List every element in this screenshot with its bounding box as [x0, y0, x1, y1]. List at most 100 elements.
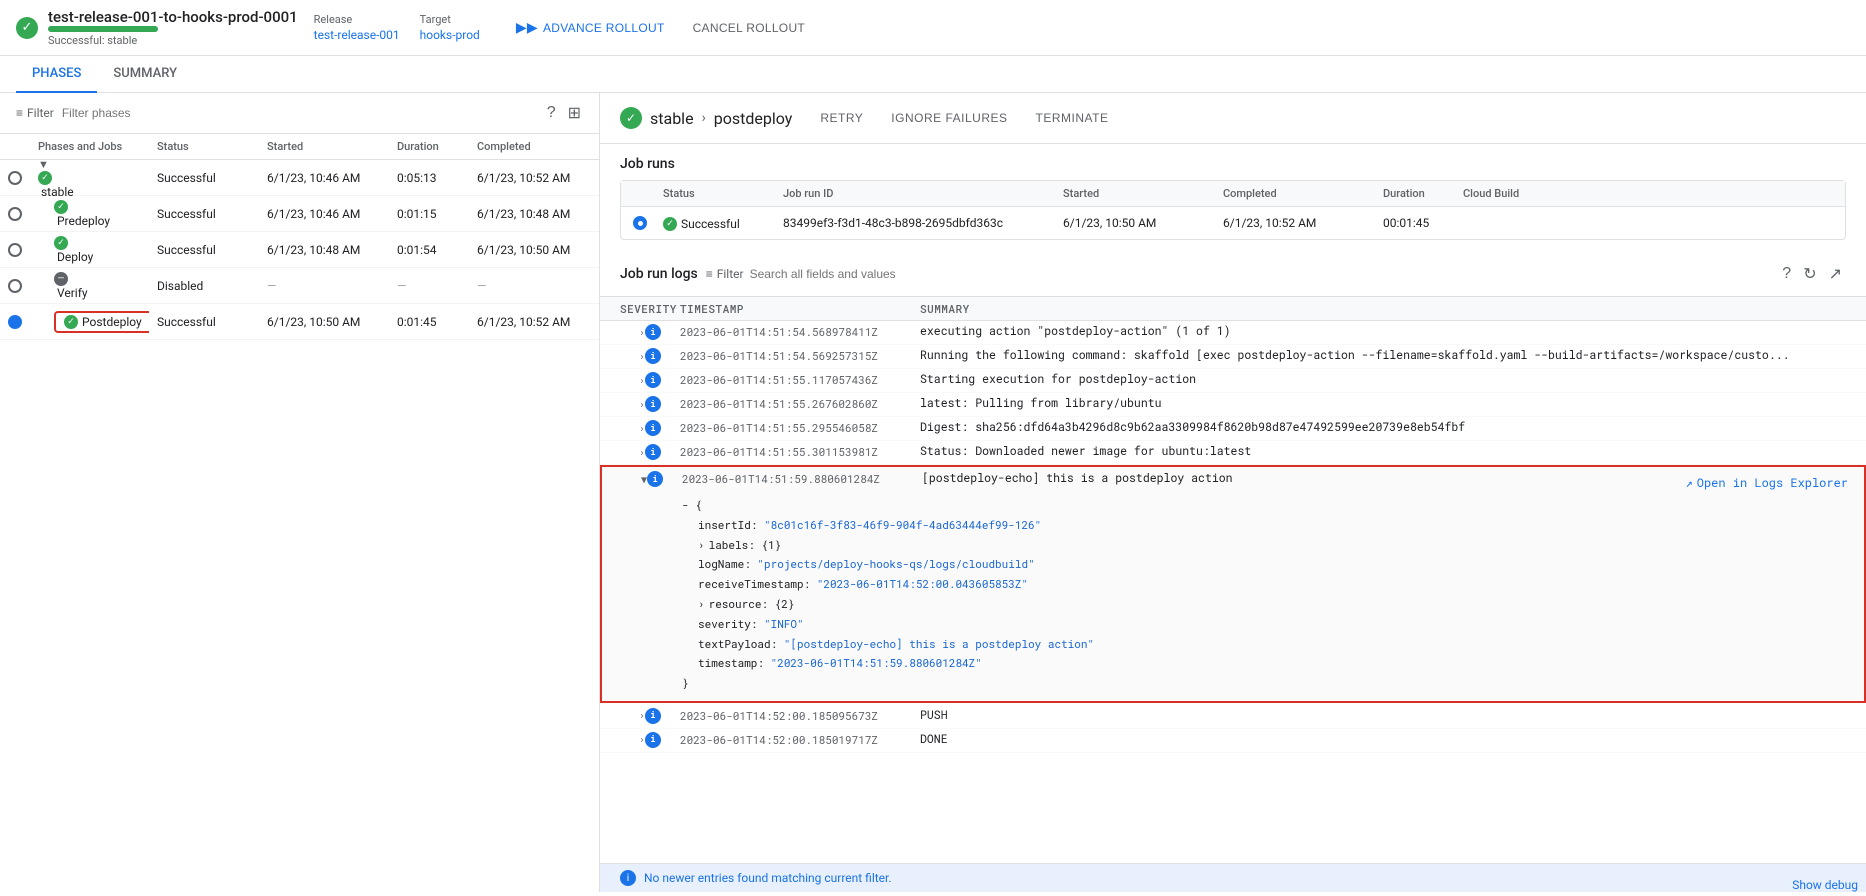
json-resource-expand[interactable]: ›	[698, 594, 705, 614]
log-col-timestamp: TIMESTAMP	[680, 301, 920, 316]
phase-header: ✓ stable › postdeploy RETRY IGNORE FAILU…	[600, 93, 1866, 144]
row-started-verify: —	[259, 279, 389, 293]
log-row: › i 2023-06-01T14:51:54.569257315Z Runni…	[600, 345, 1866, 369]
log-action-buttons: ? ↻ ↗	[1778, 260, 1846, 288]
status-dot-verify: —	[54, 272, 68, 286]
header-actions: ▶▶ ADVANCE ROLLOUT CANCEL ROLLOUT	[508, 15, 813, 40]
external-link-icon: ↗	[1686, 475, 1693, 491]
open-logs-explorer-button[interactable]: ↗ Open in Logs Explorer	[1686, 475, 1848, 491]
filter-lines-icon: ≡	[16, 106, 23, 120]
phases-table: Phases and Jobs Status Started Duration …	[0, 134, 599, 892]
tab-summary[interactable]: SUMMARY	[97, 56, 193, 93]
log-row: › i 2023-06-01T14:51:55.295546058Z Diges…	[600, 417, 1866, 441]
row-name-stable: ▼ ✓ stable	[30, 157, 149, 199]
row-started-deploy: 6/1/23, 10:48 AM	[259, 243, 389, 257]
row-status-verify: Disabled	[149, 279, 259, 293]
row-selector-verify[interactable]	[0, 279, 30, 293]
job-col-id: Job run ID	[779, 187, 1059, 200]
log-header: Job run logs ≡ Filter ? ↻ ↗	[600, 252, 1866, 297]
log-row-timestamp-4: 2023-06-01T14:51:55.267602860Z	[680, 396, 920, 411]
main-content: ≡ Filter ? ⊞ Phases and Jobs Status Star…	[0, 93, 1866, 892]
help-icon-log-button[interactable]: ?	[1778, 260, 1795, 288]
row-completed-predeploy: 6/1/23, 10:48 AM	[469, 207, 599, 221]
col-duration: Duration	[389, 140, 469, 153]
status-dot-postdeploy: ✓	[64, 315, 78, 329]
log-row-timestamp-1: 2023-06-01T14:51:54.568978411Z	[680, 324, 920, 339]
log-row-severity-3: › i	[620, 372, 680, 388]
log-row-timestamp-7: 2023-06-01T14:51:59.880601284Z	[682, 471, 922, 486]
app-header: ✓ test-release-001-to-hooks-prod-0001 Su…	[0, 0, 1866, 56]
row-name-predeploy: ✓ Predeploy	[30, 200, 149, 228]
log-row: › i 2023-06-01T14:51:55.267602860Z lates…	[600, 393, 1866, 417]
tabs-bar: PHASES SUMMARY	[0, 56, 1866, 93]
log-row: › i 2023-06-01T14:52:00.185095673Z PUSH	[600, 705, 1866, 729]
log-search-input[interactable]	[750, 267, 1771, 281]
log-row-severity-5: › i	[620, 420, 680, 436]
row-selector-postdeploy[interactable]	[0, 315, 30, 329]
filter-toggle[interactable]: ≡ Filter	[16, 106, 54, 120]
log-row-expanded-header: ▼ i 2023-06-01T14:51:59.880601284Z [post…	[602, 467, 1864, 491]
log-row-timestamp-9: 2023-06-01T14:52:00.185019717Z	[680, 732, 920, 747]
right-panel: ✓ stable › postdeploy RETRY IGNORE FAILU…	[600, 93, 1866, 892]
cancel-rollout-button[interactable]: CANCEL ROLLOUT	[685, 17, 813, 39]
expand-icon-stable[interactable]: ▼	[38, 158, 49, 171]
log-row-summary-5: Digest: sha256:dfd64a3b4296d8c9b62aa3309…	[920, 420, 1846, 435]
title-block: ✓ test-release-001-to-hooks-prod-0001 Su…	[16, 8, 298, 47]
job-row-completed: 6/1/23, 10:52 AM	[1219, 216, 1379, 230]
row-completed-deploy: 6/1/23, 10:50 AM	[469, 243, 599, 257]
filter-phases-input[interactable]	[62, 106, 537, 120]
phase-check-icon: ✓	[620, 107, 642, 129]
job-table-header: Status Job run ID Started Completed Dura…	[621, 181, 1845, 207]
log-row: › i 2023-06-01T14:52:00.185019717Z DONE	[600, 729, 1866, 753]
row-selector-stable[interactable]	[0, 171, 30, 185]
log-table-header: SEVERITY TIMESTAMP SUMMARY	[600, 297, 1866, 321]
row-selector-predeploy[interactable]	[0, 207, 30, 221]
help-icon-button[interactable]: ?	[545, 102, 558, 124]
row-name-verify: — Verify	[30, 272, 149, 300]
log-row-timestamp-3: 2023-06-01T14:51:55.117057436Z	[680, 372, 920, 387]
log-footer: i No newer entries found matching curren…	[600, 863, 1866, 892]
release-link[interactable]: test-release-001	[314, 28, 400, 42]
row-duration-postdeploy: 0:01:45	[389, 315, 469, 329]
log-row-summary-4: latest: Pulling from library/ubuntu	[920, 396, 1846, 411]
col-phases-jobs: Phases and Jobs	[30, 140, 149, 153]
progress-bar-fill	[48, 26, 158, 32]
row-duration-deploy: 0:01:54	[389, 243, 469, 257]
ignore-failures-button[interactable]: IGNORE FAILURES	[883, 107, 1015, 129]
job-row-selector[interactable]	[629, 216, 659, 230]
log-row-summary-6: Status: Downloaded newer image for ubunt…	[920, 444, 1846, 459]
table-row: ✓ Deploy Successful 6/1/23, 10:48 AM 0:0…	[0, 232, 599, 268]
table-row: ✓ Postdeploy Successful 6/1/23, 10:50 AM…	[0, 304, 599, 340]
play-icon: ▶▶	[516, 19, 538, 36]
log-col-severity: SEVERITY	[620, 301, 680, 316]
target-meta: Target hooks-prod	[420, 13, 480, 42]
terminate-button[interactable]: TERMINATE	[1028, 107, 1117, 129]
retry-button[interactable]: RETRY	[812, 107, 871, 129]
show-debug-button[interactable]: Show debug	[1784, 874, 1866, 896]
json-labels-expand[interactable]: ›	[698, 535, 705, 555]
advance-rollout-button[interactable]: ▶▶ ADVANCE ROLLOUT	[508, 15, 673, 40]
target-link[interactable]: hooks-prod	[420, 28, 480, 42]
row-selector-deploy[interactable]	[0, 243, 30, 257]
log-row: › i 2023-06-01T14:51:55.117057436Z Start…	[600, 369, 1866, 393]
row-duration-verify: —	[389, 279, 469, 293]
row-started-predeploy: 6/1/23, 10:46 AM	[259, 207, 389, 221]
columns-icon-button[interactable]: ⊞	[566, 101, 583, 125]
log-row-severity-8: › i	[620, 708, 680, 724]
job-col-started: Started	[1059, 187, 1219, 200]
open-external-icon-button[interactable]: ↗	[1825, 260, 1846, 288]
row-status-postdeploy: Successful	[149, 315, 259, 329]
postdeploy-highlighted-cell: ✓ Postdeploy	[54, 311, 149, 333]
filter-bar: ≡ Filter ? ⊞	[0, 93, 599, 134]
log-row-summary-9: DONE	[920, 732, 1846, 747]
col-selector	[0, 140, 30, 153]
col-completed: Completed	[469, 140, 599, 153]
job-row-started: 6/1/23, 10:50 AM	[1059, 216, 1219, 230]
refresh-icon-button[interactable]: ↻	[1799, 260, 1820, 288]
log-row: › i 2023-06-01T14:51:55.301153981Z Statu…	[600, 441, 1866, 465]
table-row: — Verify Disabled — — —	[0, 268, 599, 304]
row-name-postdeploy: ✓ Postdeploy	[30, 311, 149, 333]
tab-phases[interactable]: PHASES	[16, 56, 97, 93]
row-started-postdeploy: 6/1/23, 10:50 AM	[259, 315, 389, 329]
row-completed-stable: 6/1/23, 10:52 AM	[469, 171, 599, 185]
